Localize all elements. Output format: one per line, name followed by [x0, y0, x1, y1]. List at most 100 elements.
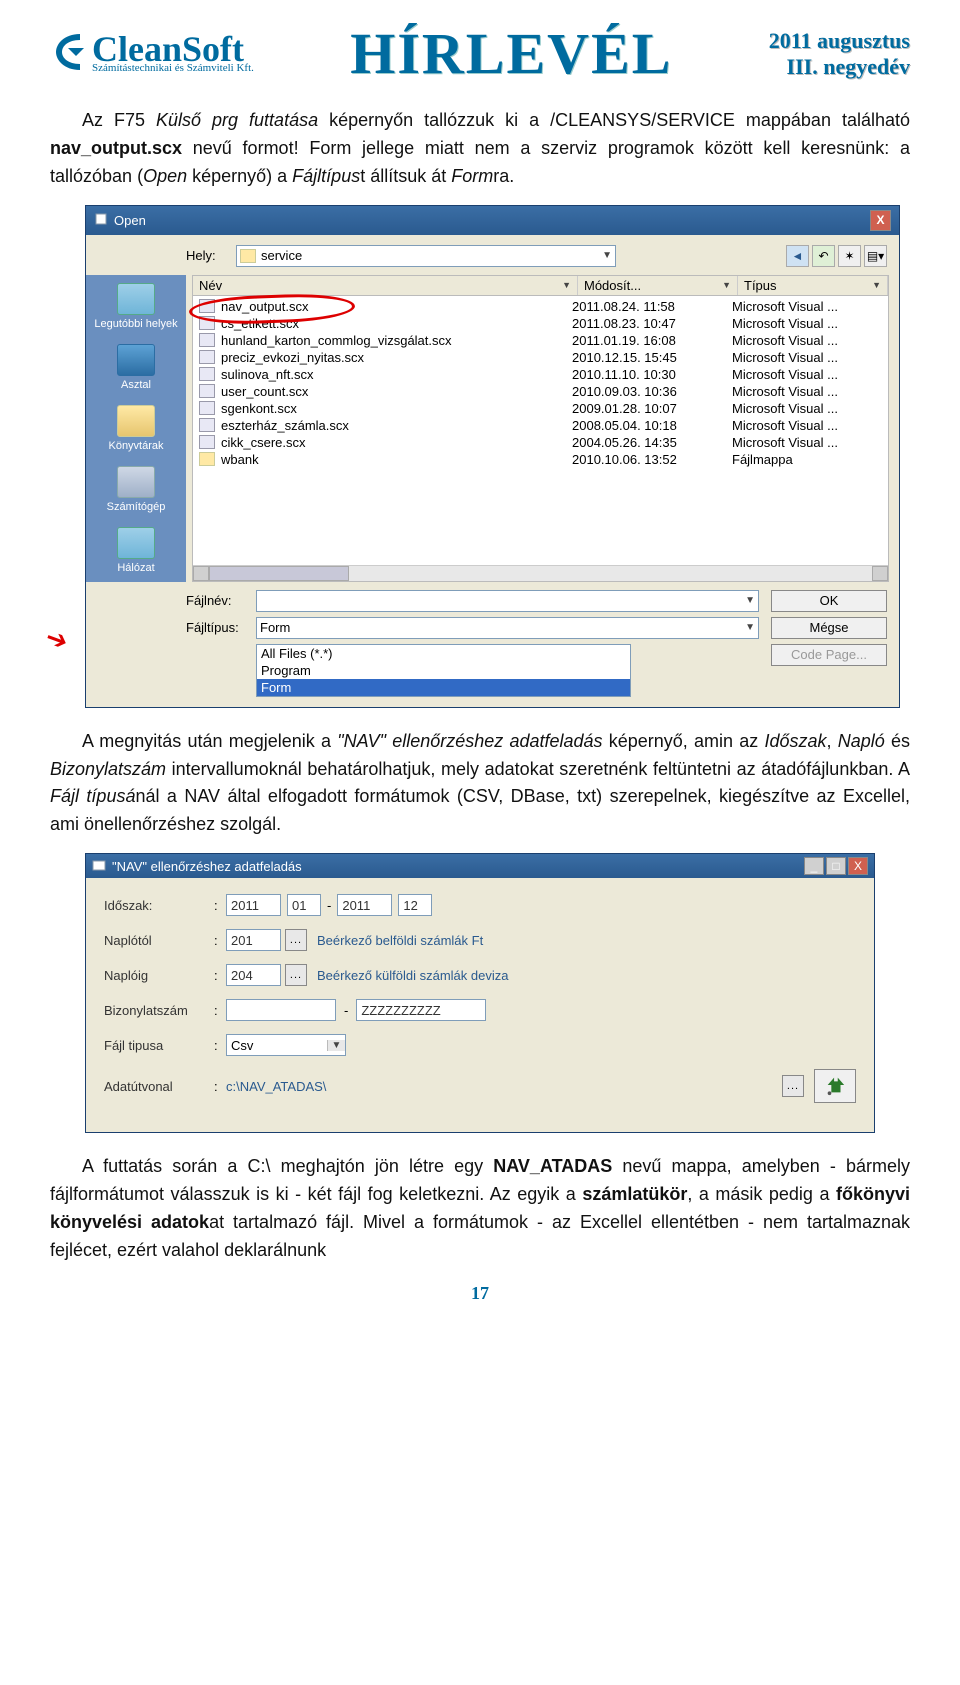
file-row[interactable]: nav_output.scx2011.08.24. 11:58Microsoft…	[193, 298, 888, 315]
new-folder-button[interactable]: ✶	[838, 245, 861, 267]
file-row[interactable]: cs_etikett.scx2011.08.23. 10:47Microsoft…	[193, 315, 888, 332]
period-year-from[interactable]: 2011	[226, 894, 281, 916]
back-button[interactable]: ◄	[786, 245, 809, 267]
file-row[interactable]: hunland_karton_commlog_vizsgálat.scx2011…	[193, 332, 888, 349]
file-date: 2011.01.19. 16:08	[572, 333, 732, 348]
period-year-to[interactable]: 2011	[337, 894, 392, 916]
biz-to-input[interactable]: ZZZZZZZZZZ	[356, 999, 486, 1021]
run-icon	[824, 1074, 846, 1099]
file-name: cikk_csere.scx	[221, 435, 572, 450]
libraries-icon	[117, 405, 155, 437]
close-button[interactable]: X	[870, 210, 891, 231]
filename-input[interactable]: ▼	[256, 590, 759, 612]
places-desktop[interactable]: Asztal	[92, 344, 180, 391]
filetype-option-program[interactable]: Program	[257, 662, 630, 679]
open-dialog-toolbar: ◄ ↶ ✶ ▤▾	[786, 245, 887, 267]
minimize-button[interactable]: _	[804, 857, 824, 875]
paragraph-3: A futtatás során a C:\ meghajtón jön lét…	[50, 1153, 910, 1265]
period-month-from[interactable]: 01	[287, 894, 321, 916]
issue-date: 2011 augusztus III. negyedév	[769, 28, 910, 80]
places-network[interactable]: Hálózat	[92, 527, 180, 574]
red-arrow-annotation: ➔	[41, 621, 72, 658]
file-row[interactable]: sgenkont.scx2009.01.28. 10:07Microsoft V…	[193, 400, 888, 417]
location-combo[interactable]: service ▼	[236, 245, 616, 267]
recent-icon	[117, 283, 155, 315]
col-name[interactable]: Név▼	[193, 276, 578, 295]
filetype-option-all[interactable]: All Files (*.*)	[257, 645, 630, 662]
window-icon	[92, 858, 106, 875]
file-type: Microsoft Visual ...	[732, 333, 882, 348]
file-row[interactable]: user_count.scx2010.09.03. 10:36Microsoft…	[193, 383, 888, 400]
desktop-icon	[117, 344, 155, 376]
path-browse-button[interactable]: ...	[782, 1075, 804, 1097]
naplo-to-desc: Beérkező külföldi számlák deviza	[317, 968, 508, 983]
scroll-left-icon[interactable]	[193, 566, 209, 581]
open-dialog-title: Open	[114, 213, 146, 228]
places-libraries[interactable]: Könyvtárak	[92, 405, 180, 452]
naplo-to-lookup[interactable]: ...	[285, 964, 307, 986]
form-file-icon	[199, 435, 215, 449]
folder-icon	[199, 452, 215, 466]
filetype-label: Fájltípus:	[186, 620, 256, 635]
biz-from-input[interactable]	[226, 999, 336, 1021]
file-row[interactable]: eszterház_számla.scx2008.05.04. 10:18Mic…	[193, 417, 888, 434]
file-type: Microsoft Visual ...	[732, 350, 882, 365]
file-row[interactable]: cikk_csere.scx2004.05.26. 14:35Microsoft…	[193, 434, 888, 451]
file-row[interactable]: preciz_evkozi_nyitas.scx2010.12.15. 15:4…	[193, 349, 888, 366]
file-row[interactable]: wbank2010.10.06. 13:52Fájlmappa	[193, 451, 888, 468]
form-file-icon	[199, 299, 215, 313]
scroll-right-icon[interactable]	[872, 566, 888, 581]
filetype-combo[interactable]: Form▼	[256, 617, 759, 639]
file-date: 2011.08.24. 11:58	[572, 299, 732, 314]
file-list[interactable]: nav_output.scx2011.08.24. 11:58Microsoft…	[193, 296, 888, 565]
filetype-combo[interactable]: Csv▼	[226, 1034, 346, 1056]
nav-form-titlebar[interactable]: "NAV" ellenőrzéshez adatfeladás _ □ X	[86, 854, 874, 878]
places-recent[interactable]: Legutóbbi helyek	[92, 283, 180, 330]
maximize-button[interactable]: □	[826, 857, 846, 875]
col-type[interactable]: Típus▼	[738, 276, 888, 295]
naplo-to-input[interactable]: 204	[226, 964, 281, 986]
file-date: 2009.01.28. 10:07	[572, 401, 732, 416]
horizontal-scrollbar[interactable]	[193, 565, 888, 581]
cancel-button[interactable]: Mégse	[771, 617, 887, 639]
filetype-option-form[interactable]: Form	[257, 679, 630, 696]
form-file-icon	[199, 316, 215, 330]
file-type: Microsoft Visual ...	[732, 316, 882, 331]
form-file-icon	[199, 350, 215, 364]
period-dash: -	[327, 898, 331, 913]
ok-button[interactable]: OK	[771, 590, 887, 612]
file-date: 2010.12.15. 15:45	[572, 350, 732, 365]
page-header: CleanSoft Számítástechnikai és Számvitel…	[50, 20, 910, 87]
path-label: Adatútvonal	[104, 1079, 214, 1094]
naplo-from-input[interactable]: 201	[226, 929, 281, 951]
filename-label: Fájlnév:	[186, 593, 256, 608]
naplo-from-label: Naplótól	[104, 933, 214, 948]
newsletter-title: HÍRLEVÉL	[350, 20, 672, 87]
naplo-from-lookup[interactable]: ...	[285, 929, 307, 951]
period-month-to[interactable]: 12	[398, 894, 432, 916]
paragraph-1: Az F75 Külső prg futtatása képernyőn tal…	[50, 107, 910, 191]
file-date: 2008.05.04. 10:18	[572, 418, 732, 433]
file-date: 2010.10.06. 13:52	[572, 452, 732, 467]
close-button[interactable]: X	[848, 857, 868, 875]
col-date[interactable]: Módosít...▼	[578, 276, 738, 295]
views-button[interactable]: ▤▾	[864, 245, 887, 267]
file-type: Microsoft Visual ...	[732, 435, 882, 450]
chevron-down-icon: ▼	[602, 250, 612, 261]
nav-form-window: "NAV" ellenőrzéshez adatfeladás _ □ X Id…	[85, 853, 875, 1133]
filetype-listbox[interactable]: All Files (*.*) Program Form	[256, 644, 631, 697]
scroll-thumb[interactable]	[209, 566, 349, 581]
file-name: cs_etikett.scx	[221, 316, 572, 331]
file-name: sgenkont.scx	[221, 401, 572, 416]
network-icon	[117, 527, 155, 559]
places-computer[interactable]: Számítógép	[92, 466, 180, 513]
naplo-to-label: Naplóig	[104, 968, 214, 983]
paragraph-2: A megnyitás után megjelenik a "NAV" elle…	[50, 728, 910, 840]
up-button[interactable]: ↶	[812, 245, 835, 267]
run-button[interactable]	[814, 1069, 856, 1103]
file-name: sulinova_nft.scx	[221, 367, 572, 382]
file-date: 2010.11.10. 10:30	[572, 367, 732, 382]
file-row[interactable]: sulinova_nft.scx2010.11.10. 10:30Microso…	[193, 366, 888, 383]
logo: CleanSoft Számítástechnikai és Számvitel…	[50, 30, 254, 77]
open-dialog-titlebar[interactable]: Open X	[86, 206, 899, 235]
